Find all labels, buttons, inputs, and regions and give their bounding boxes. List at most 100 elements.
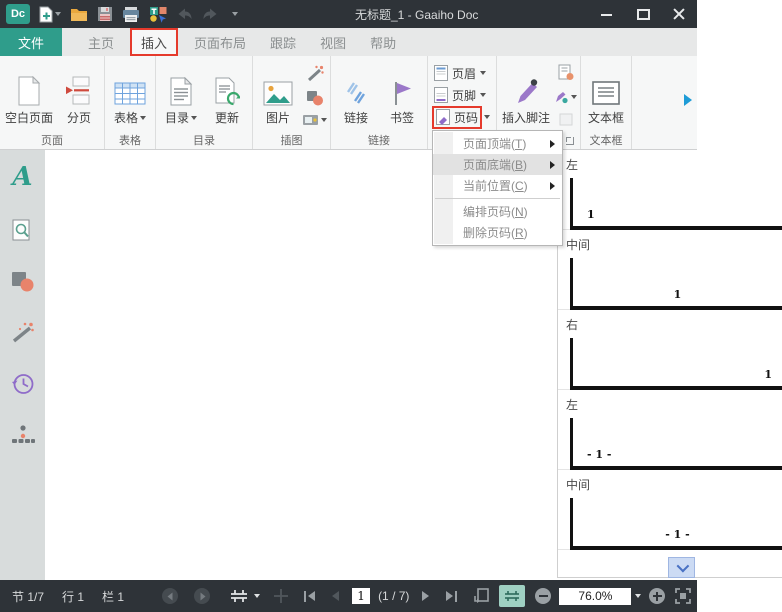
- ribbon-tab-bar: 文件 主页 插入 页面布局 跟踪 视图 帮助: [0, 28, 697, 56]
- tab-home[interactable]: 主页: [76, 28, 126, 56]
- ribbon-expand-icon[interactable]: [684, 94, 692, 106]
- zoom-out-button[interactable]: [535, 588, 552, 604]
- close-button[interactable]: [673, 8, 685, 20]
- gallery-item-center-plain[interactable]: 中间 1: [558, 230, 782, 310]
- link-button[interactable]: 链接: [334, 62, 378, 128]
- zoom-dropdown-icon[interactable]: [635, 594, 642, 598]
- table-button[interactable]: 表格: [108, 62, 152, 128]
- page-break-icon: [65, 76, 93, 106]
- back-button[interactable]: [162, 588, 179, 604]
- magic-wand-icon[interactable]: [306, 64, 324, 82]
- menu-item-hotkey: T: [515, 136, 523, 151]
- menu-item-text: ): [523, 178, 528, 193]
- tab-page-layout[interactable]: 页面布局: [182, 28, 258, 56]
- menu-item-text: 当前位置(: [463, 179, 515, 193]
- zoom-level-value[interactable]: 76.0%: [559, 587, 632, 605]
- blank-page-button[interactable]: 空白页面: [3, 62, 55, 128]
- page-number-preview: 1: [673, 288, 682, 301]
- view-mode-icon[interactable]: [230, 589, 248, 603]
- insert-footnote-button[interactable]: 插入脚注: [500, 62, 552, 128]
- picture-button[interactable]: 图片: [256, 62, 300, 128]
- next-footnote-dropdown-icon[interactable]: [571, 95, 578, 99]
- next-footnote-button[interactable]: [554, 91, 578, 104]
- insert-footnote-icon: [513, 78, 539, 106]
- zoom-in-button[interactable]: [649, 588, 666, 604]
- footnote-dialog-launcher-icon[interactable]: [566, 137, 575, 145]
- gallery-item-left-dashes[interactable]: 左 - 1 -: [558, 390, 782, 470]
- textbox-button[interactable]: 文本框: [584, 62, 628, 128]
- footnote-small-buttons: [554, 64, 578, 126]
- menu-item-current-position[interactable]: 当前位置(C): [433, 175, 562, 196]
- fit-screen-icon[interactable]: [675, 588, 692, 604]
- gallery-item-center-dashes[interactable]: 中间 - 1 -: [558, 470, 782, 550]
- open-button[interactable]: [70, 7, 88, 22]
- gallery-item-left-plain[interactable]: 左 1: [558, 150, 782, 230]
- scroll-down-button[interactable]: [668, 557, 695, 578]
- page-number-icon: [436, 109, 451, 125]
- first-page-button[interactable]: [304, 590, 316, 602]
- minimize-button[interactable]: [601, 8, 613, 20]
- last-page-button[interactable]: [445, 590, 458, 602]
- menu-item-text: 页面顶端(: [463, 137, 515, 151]
- gallery-item-right-plain[interactable]: 右 1: [558, 310, 782, 390]
- table-dropdown-icon[interactable]: [140, 115, 147, 120]
- tab-help[interactable]: 帮助: [358, 28, 408, 56]
- prev-page-button[interactable]: [330, 590, 340, 602]
- tab-file[interactable]: 文件: [0, 28, 62, 56]
- fit-width-button[interactable]: [499, 585, 526, 607]
- new-document-dropdown-icon[interactable]: [55, 12, 61, 16]
- page-preview: - 1 -: [570, 498, 782, 550]
- screenshot-dropdown-icon[interactable]: [321, 117, 328, 122]
- forward-button[interactable]: [194, 588, 211, 604]
- footer-dropdown-icon[interactable]: [480, 93, 487, 97]
- save-button[interactable]: [97, 6, 113, 22]
- tab-view[interactable]: 视图: [308, 28, 358, 56]
- new-document-button[interactable]: [39, 6, 61, 23]
- update-toc-button[interactable]: 更新: [205, 62, 249, 128]
- edit-tools-button[interactable]: [149, 6, 167, 23]
- tab-insert[interactable]: 插入: [130, 28, 179, 56]
- menu-item-page-bottom[interactable]: 页面底端(B): [433, 154, 562, 175]
- view-mode-dropdown-icon[interactable]: [254, 594, 261, 598]
- table-icon: [114, 81, 146, 106]
- picture-label: 图片: [266, 111, 291, 125]
- tab-track[interactable]: 跟踪: [258, 28, 308, 56]
- toc-dropdown-icon[interactable]: [191, 115, 198, 120]
- menu-item-text: ): [523, 157, 528, 172]
- font-tool-icon[interactable]: A: [12, 164, 32, 190]
- print-button[interactable]: [122, 6, 140, 22]
- next-page-button[interactable]: [421, 590, 431, 602]
- screenshot-button[interactable]: [302, 113, 328, 126]
- gallery-item-label: 中间: [566, 238, 591, 252]
- page-preview: 1: [570, 338, 782, 390]
- org-chart-tool-icon[interactable]: [10, 425, 36, 446]
- shapes-tool-icon[interactable]: [11, 271, 35, 292]
- group-label-table: 表格: [119, 135, 142, 147]
- page-number-button[interactable]: 页码: [432, 105, 492, 129]
- header-button[interactable]: 页眉: [432, 63, 492, 83]
- page-number-dropdown-icon[interactable]: [484, 115, 491, 119]
- single-page-view-icon[interactable]: [473, 588, 490, 604]
- customize-toolbar-icon[interactable]: [232, 12, 238, 16]
- app-logo-icon[interactable]: Dc: [6, 4, 30, 24]
- link-label: 链接: [344, 111, 369, 125]
- page-number-input[interactable]: 1: [352, 588, 371, 604]
- header-dropdown-icon[interactable]: [480, 71, 487, 75]
- wand-tool-icon[interactable]: [11, 321, 35, 343]
- page-break-button[interactable]: 分页: [57, 62, 101, 128]
- toc-button[interactable]: 目录: [159, 62, 203, 128]
- shapes-icon[interactable]: [306, 90, 324, 106]
- insert-endnote-icon[interactable]: [558, 64, 574, 81]
- menu-item-format-page-numbers[interactable]: 编排页码(N): [433, 201, 562, 222]
- maximize-button[interactable]: [637, 8, 650, 20]
- history-tool-icon[interactable]: [11, 372, 35, 396]
- preview-search-icon[interactable]: [12, 219, 33, 242]
- footer-button[interactable]: 页脚: [432, 85, 492, 105]
- menu-item-hotkey: C: [515, 178, 524, 193]
- menu-item-page-top[interactable]: 页面顶端(T): [433, 133, 562, 154]
- group-label-link: 链接: [368, 135, 391, 147]
- column-indicator: 栏 1: [102, 589, 125, 604]
- menu-item-remove-page-numbers[interactable]: 删除页码(R): [433, 222, 562, 243]
- bookmark-button[interactable]: 书签: [380, 62, 424, 128]
- submenu-arrow-icon: [550, 160, 555, 169]
